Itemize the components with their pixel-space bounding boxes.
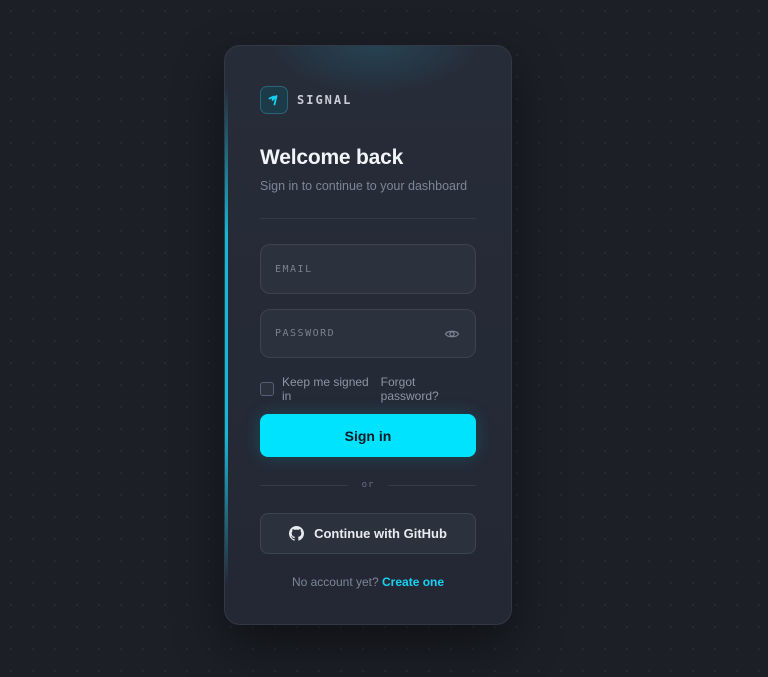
eye-icon[interactable] xyxy=(443,325,461,343)
header-divider xyxy=(260,218,476,219)
create-account-link[interactable]: Create one xyxy=(382,575,444,589)
card-accent-bar xyxy=(225,86,228,586)
or-divider: or xyxy=(260,478,476,492)
page-subtitle: Sign in to continue to your dashboard xyxy=(260,179,468,193)
or-divider-line-right xyxy=(388,484,476,486)
signup-footer: No account yet? Create one xyxy=(260,575,476,589)
remember-row: Keep me signed in Forgot password? xyxy=(260,375,476,403)
or-divider-text: or xyxy=(361,480,375,490)
sign-in-button[interactable]: Sign in xyxy=(260,414,476,457)
remember-checkbox[interactable] xyxy=(260,382,274,396)
signal-bolt-icon xyxy=(260,86,288,114)
remember-label[interactable]: Keep me signed in xyxy=(282,375,381,403)
email-field[interactable] xyxy=(275,263,461,275)
brand: SIGNAL xyxy=(260,86,352,114)
password-field[interactable] xyxy=(275,328,443,339)
or-divider-line-left xyxy=(260,484,348,486)
github-button-label: Continue with GitHub xyxy=(314,526,447,541)
github-button[interactable]: Continue with GitHub xyxy=(260,513,476,554)
password-field-container xyxy=(260,309,476,358)
email-field-container xyxy=(260,244,476,294)
signup-prompt: No account yet? xyxy=(291,575,379,589)
brand-name: SIGNAL xyxy=(297,93,353,107)
login-card: SIGNAL Welcome back Sign in to continue … xyxy=(224,45,512,625)
github-icon xyxy=(289,526,305,541)
forgot-password-link[interactable]: Forgot password? xyxy=(381,375,476,403)
page-title: Welcome back xyxy=(260,146,404,169)
